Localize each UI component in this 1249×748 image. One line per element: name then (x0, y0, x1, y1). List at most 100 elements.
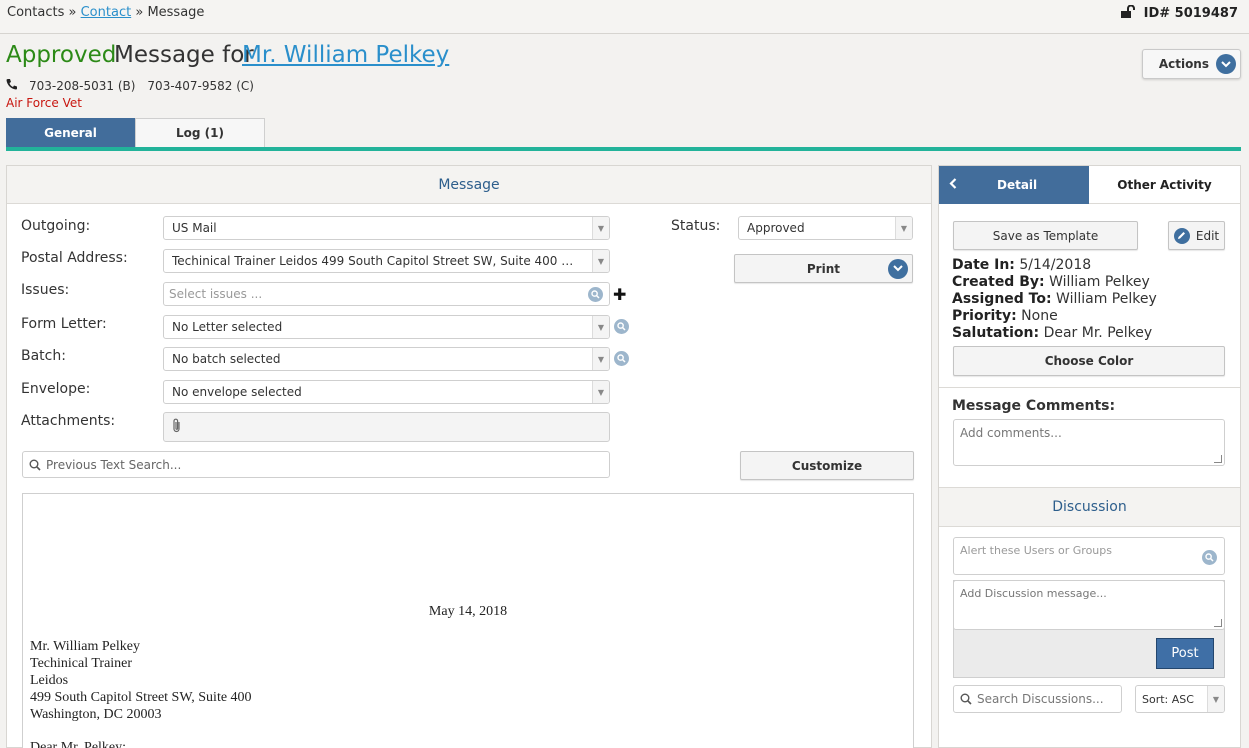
sort-select[interactable]: Sort: ASC ▼ (1135, 685, 1225, 713)
dropdown-arrow-icon: ▼ (1207, 686, 1224, 712)
discussion-message-input[interactable]: Add Discussion message... (953, 580, 1225, 630)
letter-address-line: Techinical Trainer (30, 656, 133, 671)
message-comments-input[interactable]: Add comments... (953, 419, 1225, 466)
phone-cell: 703-407-9582 (C) (147, 78, 254, 93)
attachments-dropzone[interactable] (163, 412, 610, 442)
contact-tag: Air Force Vet (6, 96, 82, 110)
detail-value: William Pelkey (1056, 291, 1157, 307)
print-label: Print (806, 261, 840, 276)
pencil-icon (1173, 227, 1190, 244)
postal-address-value: Techinical Trainer Leidos 499 South Capi… (172, 254, 582, 268)
letter-preview[interactable]: May 14, 2018 Mr. William Pelkey Techinic… (22, 493, 914, 748)
contact-phones: 703-208-5031 (B) 703-407-9582 (C) (6, 78, 254, 93)
chevron-down-icon (1216, 54, 1236, 74)
search-discussions-placeholder: Search Discussions... (977, 692, 1104, 706)
discussion-message-placeholder: Add Discussion message... (960, 587, 1107, 600)
title-prefix: Message for (114, 42, 254, 68)
customize-button[interactable]: Customize (740, 451, 914, 480)
detail-key: Assigned To: (952, 291, 1052, 307)
resize-handle-icon[interactable] (1214, 455, 1222, 463)
tab-other-activity[interactable]: Other Activity (1089, 166, 1240, 204)
tab-log[interactable]: Log (1) (135, 118, 265, 147)
attachments-label: Attachments: (21, 413, 116, 429)
breadcrumb-current: Message (147, 5, 205, 20)
form-letter-label: Form Letter: (21, 316, 107, 332)
envelope-value: No envelope selected (172, 385, 302, 399)
alert-users-input[interactable]: Alert these Users or Groups (953, 537, 1225, 575)
detail-assigned-to: Assigned To: William Pelkey (952, 291, 1157, 307)
save-as-template-button[interactable]: Save as Template (953, 221, 1138, 250)
status-select[interactable]: Approved ▼ (738, 216, 913, 240)
detail-priority: Priority: None (952, 308, 1058, 324)
outgoing-value: US Mail (172, 221, 217, 235)
letter-address-line: Leidos (30, 673, 69, 688)
form-letter-search-icon[interactable] (614, 319, 629, 334)
batch-value: No batch selected (172, 352, 281, 366)
outgoing-label: Outgoing: (21, 218, 91, 234)
tab-general[interactable]: General (6, 118, 135, 147)
postal-address-label: Postal Address: (21, 250, 128, 266)
postal-address-select[interactable]: Techinical Trainer Leidos 499 South Capi… (163, 249, 610, 273)
resize-handle-icon[interactable] (1214, 619, 1222, 627)
choose-color-button[interactable]: Choose Color (953, 346, 1225, 376)
search-discussions-input[interactable]: Search Discussions... (953, 685, 1122, 713)
edit-button[interactable]: Edit (1168, 221, 1225, 250)
breadcrumb-separator: » (135, 5, 144, 20)
previous-text-search-input[interactable]: Previous Text Search... (22, 451, 610, 478)
previous-text-search-placeholder: Previous Text Search... (46, 457, 182, 472)
post-button[interactable]: Post (1156, 638, 1214, 669)
message-status-title: Approved (6, 42, 117, 68)
detail-created-by: Created By: William Pelkey (952, 274, 1150, 290)
actions-label: Actions (1158, 57, 1209, 71)
envelope-select[interactable]: No envelope selected ▼ (163, 380, 610, 404)
breadcrumb-separator: » (68, 5, 77, 20)
breadcrumb-contact-link[interactable]: Contact (81, 5, 132, 20)
phone-business: 703-208-5031 (B) (29, 78, 136, 93)
detail-key: Salutation: (952, 325, 1040, 341)
letter-date: May 14, 2018 (428, 604, 508, 619)
search-icon (1202, 550, 1217, 565)
dropdown-arrow-icon: ▼ (592, 316, 609, 338)
batch-search-icon[interactable] (614, 351, 629, 366)
search-icon (588, 287, 603, 302)
paperclip-icon[interactable] (172, 418, 182, 436)
alert-users-placeholder: Alert these Users or Groups (960, 544, 1112, 557)
detail-salutation: Salutation: Dear Mr. Pelkey (952, 325, 1152, 341)
tab-detail-label: Detail (997, 178, 1038, 192)
detail-value: Dear Mr. Pelkey (1043, 325, 1153, 341)
dropdown-arrow-icon: ▼ (592, 250, 609, 272)
detail-value: William Pelkey (1049, 274, 1150, 290)
add-issue-plus-icon[interactable]: ✚ (613, 285, 626, 304)
status-value: Approved (747, 221, 805, 235)
issues-placeholder: Select issues ... (169, 287, 263, 301)
contact-name-link[interactable]: Mr. William Pelkey (242, 42, 449, 68)
letter-address-line: Washington, DC 20003 (30, 707, 162, 722)
form-letter-value: No Letter selected (172, 320, 283, 334)
letter-address: Mr. William Pelkey Techinical Trainer Le… (30, 638, 252, 723)
print-button[interactable]: Print (734, 254, 913, 283)
form-letter-select[interactable]: No Letter selected ▼ (163, 315, 610, 339)
issues-input[interactable]: Select issues ... (163, 282, 610, 306)
phone-icon (6, 78, 17, 93)
dropdown-arrow-icon: ▼ (592, 381, 609, 403)
actions-button[interactable]: Actions (1142, 49, 1241, 79)
batch-select[interactable]: No batch selected ▼ (163, 347, 610, 371)
unlock-icon[interactable] (1120, 4, 1136, 22)
chevron-left-icon[interactable] (949, 178, 963, 192)
message-comments-placeholder: Add comments... (960, 426, 1062, 440)
outgoing-select[interactable]: US Mail ▼ (163, 216, 610, 240)
tab-underline (6, 147, 1241, 151)
edit-label: Edit (1195, 228, 1220, 243)
batch-label: Batch: (21, 348, 66, 364)
record-id: ID# 5019487 (1120, 4, 1238, 22)
detail-value: 5/14/2018 (1019, 257, 1092, 273)
envelope-label: Envelope: (21, 381, 91, 397)
tab-detail[interactable]: Detail (939, 166, 1089, 204)
dropdown-arrow-icon: ▼ (592, 217, 609, 239)
breadcrumb: Contacts » Contact » Message (7, 5, 204, 20)
record-id-label: ID# 5019487 (1143, 6, 1238, 21)
breadcrumb-contacts[interactable]: Contacts (7, 5, 64, 20)
discussion-title: Discussion (939, 487, 1240, 527)
detail-date-in: Date In: 5/14/2018 (952, 257, 1091, 273)
dropdown-arrow-icon: ▼ (895, 217, 912, 239)
